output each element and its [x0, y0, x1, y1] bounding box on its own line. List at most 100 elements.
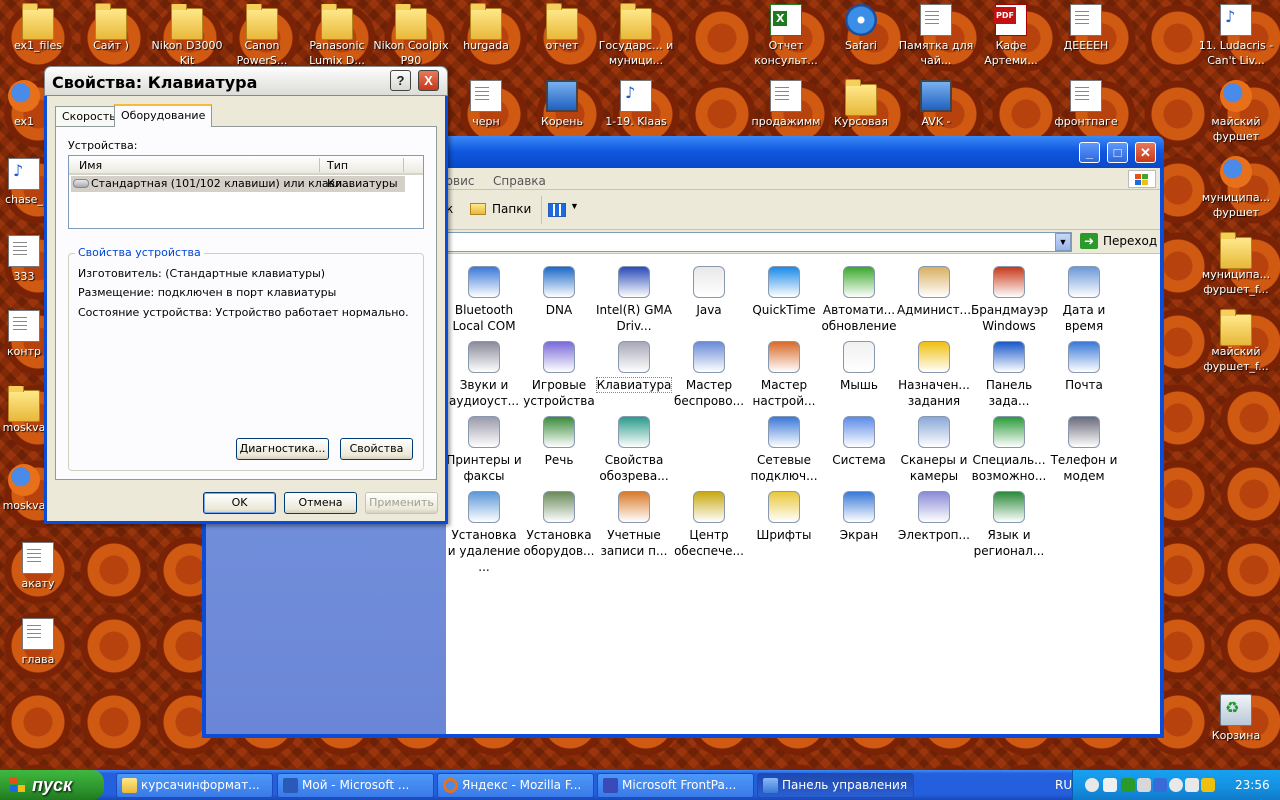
desktop-icon-klaas[interactable]: 1-19. Klaas [598, 80, 674, 129]
cp-item[interactable]: Речь [521, 416, 597, 468]
desktop-icon-safari[interactable]: Safari [823, 4, 899, 53]
network-icon[interactable] [1137, 778, 1151, 792]
cp-item[interactable]: DNA [521, 266, 597, 318]
diagnostics-button[interactable]: Диагностика... [236, 438, 329, 460]
cp-item[interactable]: Брандмауэр Windows [971, 266, 1048, 334]
desktop-icon-avk[interactable]: AVK - [898, 80, 974, 129]
close-button[interactable]: X [418, 70, 439, 91]
cp-item[interactable]: Мастер беспрово... [671, 341, 747, 409]
cp-item[interactable]: Система [821, 416, 897, 468]
desktop-icon-kursovaya[interactable]: Курсовая [823, 79, 899, 129]
cp-item[interactable]: Центр обеспече... [671, 491, 747, 559]
desktop-icon-sait[interactable]: Сайт ) [73, 3, 149, 53]
desktop-icon-moskva-folder[interactable]: moskva [0, 386, 48, 435]
cp-item[interactable]: Шрифты [746, 491, 822, 543]
cp-item[interactable]: Мышь [821, 341, 897, 393]
cp-item[interactable]: Дата и время [1046, 266, 1122, 334]
cp-item[interactable]: Админист... [896, 266, 972, 318]
tray-expand-icon[interactable] [1085, 778, 1099, 792]
desktop-icon-333[interactable]: 333 [0, 235, 48, 284]
desktop-icon-kontr[interactable]: контр [0, 310, 48, 359]
taskbar-item-control-panel[interactable]: Панель управления [757, 773, 914, 798]
cp-item[interactable]: Клавиатура [595, 341, 673, 393]
desktop-icon-akatu[interactable]: акату [0, 542, 76, 591]
desktop-icon-kafe[interactable]: Кафе Артеми... [973, 4, 1049, 68]
dialog-titlebar[interactable]: Свойства: Клавиатура ? X [44, 66, 448, 96]
cp-item[interactable]: Почта [1046, 341, 1122, 393]
cp-item[interactable]: Автомати... обновление [821, 266, 897, 334]
desktop-icon-chern[interactable]: черн [448, 80, 524, 129]
properties-button[interactable]: Свойства [340, 438, 413, 460]
tray-app-icon[interactable] [1121, 778, 1135, 792]
minimize-button[interactable]: _ [1079, 142, 1100, 163]
tray-app-icon[interactable] [1153, 778, 1167, 792]
cp-item[interactable]: Принтеры и факсы [446, 416, 522, 484]
desktop-icon-glava[interactable]: глава [0, 618, 76, 667]
desktop-icon-chase[interactable]: chase_ [0, 158, 48, 207]
desktop-icon-frontpage[interactable]: фронтпаге [1048, 80, 1124, 129]
ok-button[interactable]: OK [203, 492, 276, 514]
desktop-icon-ex1[interactable]: ex1 [0, 80, 48, 129]
apply-button[interactable]: Применить [365, 492, 438, 514]
help-button[interactable]: ? [390, 70, 411, 91]
cancel-button[interactable]: Отмена [284, 492, 357, 514]
folders-button[interactable]: Папки [468, 197, 534, 223]
start-button[interactable]: пуск [0, 770, 104, 800]
desktop-icon-ex1-files[interactable]: ex1_files [0, 3, 76, 53]
desktop-icon-gosudars[interactable]: Государс... и муници... [598, 3, 674, 68]
cp-item[interactable]: Специаль... возможно... [971, 416, 1047, 484]
go-button[interactable]: ➜ Переход [1078, 232, 1158, 252]
taskbar-item-folder[interactable]: курсачинформат... [116, 773, 273, 798]
speaker-icon[interactable] [1185, 778, 1199, 792]
cp-item[interactable]: Сканеры и камеры [896, 416, 972, 484]
desktop-icon-otchet-konsult[interactable]: Отчет консульт... [748, 4, 824, 68]
views-button[interactable]: ▼ [546, 199, 582, 221]
desktop-icon-pamyatka[interactable]: Памятка для чай... [898, 4, 974, 68]
devices-list[interactable]: Имя Тип Стандартная (101/102 клавиши) ил… [68, 155, 424, 229]
desktop-icon-hurgada[interactable]: hurgada [448, 3, 524, 53]
desktop-icon-canon[interactable]: Canon PowerS... [224, 4, 300, 66]
maximize-button[interactable]: □ [1107, 142, 1128, 163]
desktop-icon-koren[interactable]: Корень [524, 80, 600, 129]
cp-item[interactable]: Электроп... [896, 491, 972, 543]
desktop-icon-nikon-coolpix[interactable]: Nikon Coolpix P90 [373, 4, 449, 66]
desktop-icon-ludacris[interactable]: 11. Ludacris - Can't Liv... [1198, 4, 1274, 68]
tray-app-icon[interactable] [1169, 778, 1183, 792]
desktop-icon-nikon-d3000[interactable]: Nikon D3000 Kit [149, 4, 225, 66]
cp-item[interactable]: Назначен... задания [896, 341, 972, 409]
cp-item[interactable]: Установка оборудов... [521, 491, 597, 559]
taskbar-item-word[interactable]: Мой - Microsoft ... [277, 773, 434, 798]
desktop-icon-municipal-furshet-files[interactable]: муниципа... фуршет_f... [1198, 232, 1274, 297]
address-dropdown-button[interactable]: ▼ [1055, 233, 1071, 251]
desktop-icon-maiskiy-furshet-files[interactable]: майский фуршет_f... [1198, 309, 1274, 374]
cp-item[interactable]: Панель зада... [971, 341, 1047, 409]
desktop-icon-prodazhimm[interactable]: продажимм [748, 80, 824, 129]
column-type[interactable]: Тип [327, 159, 348, 172]
desktop-icon-recycle-bin[interactable]: Корзина [1198, 694, 1274, 743]
cp-item[interactable]: Игровые устройства [521, 341, 597, 409]
tab-hardware[interactable]: Оборудование [114, 104, 213, 127]
cp-item[interactable]: Учетные записи п... [596, 491, 672, 559]
cp-item[interactable]: Intel(R) GMA Driv... [596, 266, 672, 334]
desktop-icon-municipal-furshet[interactable]: муниципа... фуршет [1198, 156, 1274, 220]
menu-help[interactable]: Справка [493, 174, 546, 188]
desktop-icon-deeeen[interactable]: ДЕЕЕЕН [1048, 4, 1124, 53]
column-name[interactable]: Имя [79, 159, 102, 172]
desktop-icon-otchet[interactable]: отчет [524, 3, 600, 53]
device-row[interactable]: Стандартная (101/102 клавиши) или клави.… [71, 176, 405, 192]
taskbar-item-frontpage[interactable]: Microsoft FrontPa... [597, 773, 754, 798]
language-indicator[interactable]: RU [1055, 778, 1072, 792]
desktop-icon-maiskiy-furshet[interactable]: майский фуршет [1198, 80, 1274, 144]
close-button[interactable]: ✕ [1135, 142, 1156, 163]
cp-item[interactable]: Java [671, 266, 747, 318]
cp-item[interactable]: Звуки и аудиоуст... [446, 341, 522, 409]
cp-item[interactable]: Bluetooth Local COM [446, 266, 522, 334]
tab-speed[interactable]: Скорость [55, 106, 123, 126]
cp-item[interactable]: Язык и регионал... [971, 491, 1047, 559]
tray-app-icon[interactable] [1201, 778, 1215, 792]
cp-item[interactable]: Телефон и модем [1046, 416, 1122, 484]
cp-item[interactable]: Свойства обозрева... [596, 416, 672, 484]
cp-item[interactable]: Установка и удаление ... [446, 491, 522, 575]
desktop-icon-panasonic[interactable]: Panasonic Lumix D... [299, 4, 375, 66]
cp-item[interactable]: QuickTime [746, 266, 822, 318]
